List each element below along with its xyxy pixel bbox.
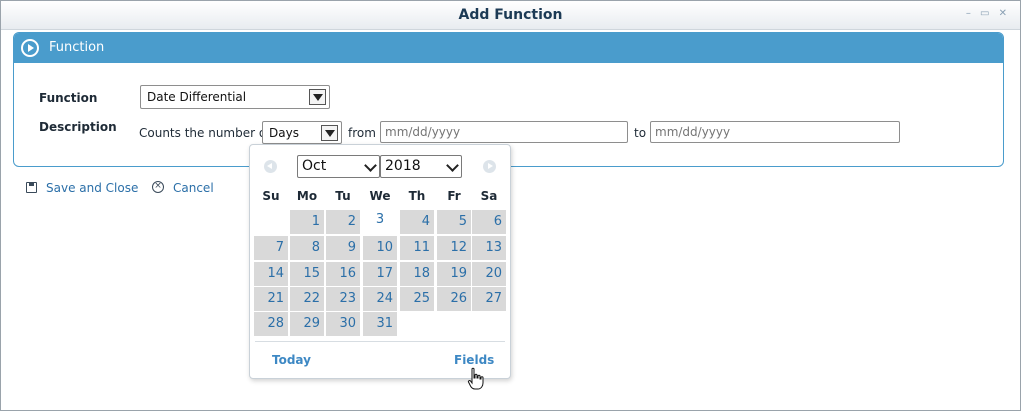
panel-header[interactable]: Function bbox=[14, 33, 1003, 63]
weekday-header: Fr bbox=[447, 189, 461, 203]
calendar-day[interactable]: 25 bbox=[400, 287, 434, 311]
fields-button[interactable]: Fields bbox=[454, 353, 494, 367]
calendar-day[interactable]: 8 bbox=[290, 236, 324, 260]
hand-cursor-icon bbox=[467, 367, 484, 390]
weekday-header: Th bbox=[408, 189, 426, 203]
save-icon bbox=[26, 182, 37, 193]
calendar-day[interactable]: 10 bbox=[363, 236, 397, 260]
calendar-day-today[interactable]: 3 bbox=[363, 210, 397, 234]
calendar-day[interactable]: 14 bbox=[254, 262, 288, 286]
weekday-header: We bbox=[369, 189, 391, 203]
description-label: Description bbox=[39, 120, 117, 134]
function-select-value: Date Differential bbox=[147, 90, 247, 104]
calendar-day[interactable]: 11 bbox=[400, 236, 434, 260]
calendar-day[interactable]: 20 bbox=[472, 262, 506, 286]
unit-select[interactable]: Days bbox=[262, 121, 342, 144]
weekday-header: Sa bbox=[480, 189, 498, 203]
chevron-down-icon bbox=[446, 159, 459, 172]
calendar-day[interactable]: 9 bbox=[326, 236, 360, 260]
year-value: 2018 bbox=[385, 158, 421, 174]
from-text: from bbox=[348, 126, 376, 140]
calendar-divider bbox=[255, 341, 505, 342]
calendar-day[interactable]: 4 bbox=[400, 210, 434, 234]
calendar-day[interactable]: 2 bbox=[326, 210, 360, 234]
chevron-down-icon bbox=[364, 159, 377, 172]
add-function-dialog: Add Function – ▭ ✕ Function Function Dat… bbox=[0, 0, 1021, 411]
counts-text: Counts the number of bbox=[139, 126, 271, 140]
collapse-play-icon[interactable] bbox=[21, 39, 39, 57]
chevron-down-icon[interactable] bbox=[309, 89, 326, 105]
next-month-icon[interactable] bbox=[483, 160, 496, 173]
prev-month-icon[interactable] bbox=[264, 160, 277, 173]
calendar-day[interactable]: 24 bbox=[363, 287, 397, 311]
today-button[interactable]: Today bbox=[272, 353, 311, 367]
to-text: to bbox=[634, 126, 647, 140]
date-picker-popup: Oct 2018 Su Mo Tu We Th Fr Sa 1 2 3 4 5 6 7 8 9 10 11 12 1… bbox=[249, 144, 511, 379]
calendar-day[interactable]: 27 bbox=[472, 287, 506, 311]
panel-title: Function bbox=[49, 40, 105, 55]
title-bar: Add Function – ▭ ✕ bbox=[1, 1, 1020, 30]
dialog-title: Add Function bbox=[458, 7, 563, 23]
to-date-input[interactable] bbox=[650, 121, 900, 143]
calendar-day[interactable]: 31 bbox=[363, 312, 397, 336]
unit-select-value: Days bbox=[269, 126, 299, 140]
calendar-day[interactable]: 13 bbox=[472, 236, 506, 260]
calendar-day[interactable]: 12 bbox=[437, 236, 471, 260]
calendar-day[interactable]: 21 bbox=[254, 287, 288, 311]
function-select[interactable]: Date Differential bbox=[140, 85, 330, 109]
cancel-button[interactable]: Cancel bbox=[173, 181, 214, 195]
calendar-day[interactable]: 16 bbox=[326, 262, 360, 286]
calendar-day[interactable]: 6 bbox=[472, 210, 506, 234]
function-label: Function bbox=[39, 91, 98, 105]
calendar-day[interactable]: 29 bbox=[290, 312, 324, 336]
weekday-header: Su bbox=[262, 189, 280, 203]
calendar-day[interactable]: 15 bbox=[290, 262, 324, 286]
calendar-day[interactable]: 23 bbox=[326, 287, 360, 311]
chevron-down-icon[interactable] bbox=[321, 125, 338, 141]
calendar-day[interactable]: 28 bbox=[254, 312, 288, 336]
calendar-day[interactable]: 1 bbox=[290, 210, 324, 234]
month-select[interactable]: Oct bbox=[297, 155, 380, 178]
calendar-day[interactable]: 19 bbox=[437, 262, 471, 286]
calendar-day[interactable]: 30 bbox=[326, 312, 360, 336]
window-controls[interactable]: – ▭ ✕ bbox=[966, 8, 1010, 19]
month-value: Oct bbox=[302, 158, 327, 174]
cancel-icon: × bbox=[152, 181, 164, 193]
weekday-header: Mo bbox=[296, 189, 318, 203]
calendar-day[interactable]: 7 bbox=[254, 236, 288, 260]
save-and-close-button[interactable]: Save and Close bbox=[46, 181, 138, 195]
from-date-input[interactable] bbox=[380, 121, 628, 143]
weekday-header: Tu bbox=[335, 189, 351, 203]
calendar-day[interactable]: 26 bbox=[437, 287, 471, 311]
calendar-day[interactable]: 18 bbox=[400, 262, 434, 286]
calendar-day[interactable]: 5 bbox=[437, 210, 471, 234]
year-select[interactable]: 2018 bbox=[380, 155, 462, 178]
calendar-day[interactable]: 22 bbox=[290, 287, 324, 311]
calendar-day[interactable]: 17 bbox=[363, 262, 397, 286]
